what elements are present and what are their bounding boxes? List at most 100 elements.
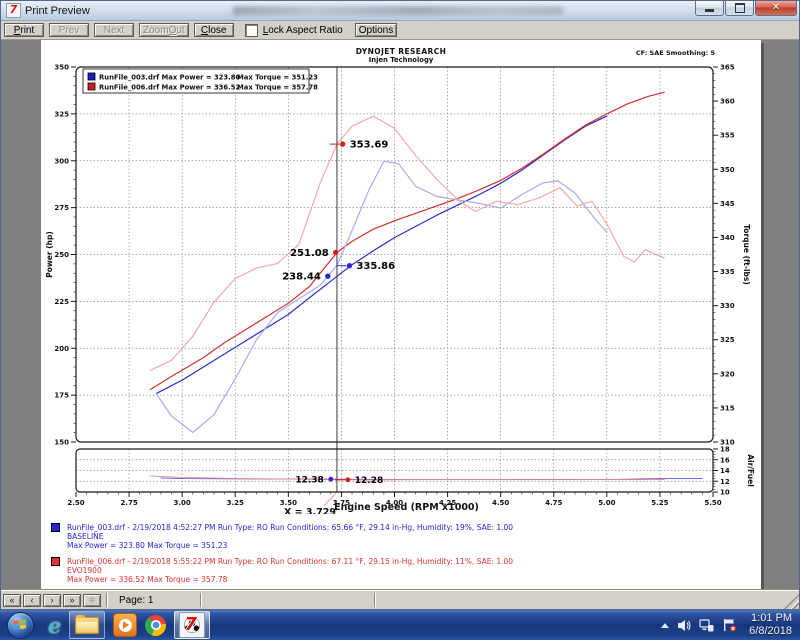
chrome-icon — [145, 615, 166, 636]
toolbar-button-prev: Prev — [49, 23, 89, 37]
svg-text:4.75: 4.75 — [545, 499, 562, 507]
close-icon: ✕ — [772, 3, 780, 13]
svg-text:175: 175 — [54, 392, 69, 400]
svg-text:200: 200 — [54, 345, 69, 353]
taskbar-item-windows-explorer[interactable] — [69, 611, 105, 639]
report-page: DYNOJET RESEARCH Injen Technology CF: SA… — [41, 40, 761, 590]
svg-text:16: 16 — [720, 456, 730, 464]
svg-text:Power (hp): Power (hp) — [45, 231, 54, 278]
lock-aspect-ratio-group: Lock Aspect Ratio — [245, 24, 343, 37]
taskbar-item-chrome[interactable] — [145, 611, 166, 639]
svg-text:12.38: 12.38 — [295, 476, 323, 486]
grid-button[interactable]: # — [83, 594, 101, 607]
statusbar-divider — [374, 593, 376, 607]
window-title: Print Preview — [25, 5, 90, 17]
statusbar-divider — [200, 593, 202, 607]
statusbar: «‹›»# Page: 1 — [1, 590, 799, 609]
toolbar-button-zoom-out: Zoom Out — [139, 23, 189, 37]
folder-icon — [75, 617, 99, 634]
svg-text:325: 325 — [54, 110, 69, 118]
run-line1: RunFile_003.drf - 2/19/2018 4:52:27 PM R… — [67, 523, 745, 532]
caption-buttons: ✕ — [695, 1, 799, 16]
svg-text:2.75: 2.75 — [120, 499, 137, 507]
svg-text:14: 14 — [720, 467, 730, 475]
svg-text:RunFile_003.drf Max Power = 32: RunFile_003.drf Max Power = 323.80 — [99, 74, 240, 82]
svg-text:12: 12 — [720, 478, 730, 486]
svg-text:RunFile_006.drf Max Power = 33: RunFile_006.drf Max Power = 336.52 — [99, 84, 240, 92]
resize-grip[interactable] — [784, 594, 799, 609]
svg-text:365: 365 — [720, 64, 735, 72]
minimize-icon — [705, 9, 714, 12]
start-button[interactable] — [7, 612, 34, 639]
toolbar-button-print[interactable]: Print — [4, 23, 44, 37]
svg-text:238.44: 238.44 — [282, 272, 321, 283]
svg-text:325: 325 — [720, 336, 735, 344]
run-detail-1: RunFile_006.drf - 2/19/2018 5:55:22 PM R… — [51, 557, 745, 584]
taskbar-item-dynojet[interactable]: 7 — [174, 611, 210, 639]
run-line3: Max Power = 323.80 Max Torque = 351.23 — [67, 541, 745, 550]
svg-text:345: 345 — [720, 200, 735, 208]
first-page-button[interactable]: « — [3, 594, 21, 607]
tray-date: 6/8/2018 — [749, 625, 792, 638]
taskbar-item-media-player[interactable] — [113, 611, 137, 639]
desktop: 7 Print Preview ✕ Print Prev Next Zoom Out C… — [0, 0, 800, 640]
svg-text:Max Torque = 357.78: Max Torque = 357.78 — [237, 84, 318, 92]
minimize-button[interactable] — [695, 1, 724, 16]
tray-expand-icon[interactable] — [661, 623, 669, 628]
svg-text:3.00: 3.00 — [174, 499, 191, 507]
svg-text:225: 225 — [54, 298, 69, 306]
toolbar-button-close[interactable]: Close — [194, 23, 234, 37]
svg-text:335: 335 — [720, 268, 735, 276]
svg-text:250: 250 — [54, 251, 69, 259]
toolbar-button-next: Next — [94, 23, 134, 37]
run-line3: Max Power = 336.52 Max Torque = 357.78 — [67, 575, 745, 584]
taskbar-item-internet-explorer[interactable]: e — [48, 611, 61, 639]
close-window-button[interactable]: ✕ — [755, 1, 797, 16]
svg-text:275: 275 — [54, 204, 69, 212]
svg-text:5.00: 5.00 — [598, 499, 615, 507]
taskbar: e 7 1:01 PM — [0, 610, 800, 640]
svg-text:3.25: 3.25 — [227, 499, 244, 507]
run-line2: EVO1900 — [67, 566, 745, 575]
svg-text:3.50: 3.50 — [280, 499, 297, 507]
toolbar-button-options[interactable]: Options — [355, 23, 397, 37]
svg-text:340: 340 — [720, 234, 735, 242]
svg-text:Air/Fuel: Air/Fuel — [746, 454, 755, 487]
maximize-button[interactable] — [725, 1, 754, 16]
dyno-chart: 2.502.753.003.253.503.754.004.254.504.75… — [41, 40, 761, 590]
svg-text:350: 350 — [720, 166, 735, 174]
svg-text:Max Torque = 351.23: Max Torque = 351.23 — [237, 74, 318, 82]
svg-text:18: 18 — [720, 446, 730, 454]
run-line1: RunFile_006.drf - 2/19/2018 5:55:22 PM R… — [67, 557, 745, 566]
clock[interactable]: 1:01 PM 6/8/2018 — [749, 612, 792, 638]
svg-text:12.28: 12.28 — [355, 476, 383, 486]
maximize-icon — [735, 3, 745, 13]
next-page-button[interactable]: › — [43, 594, 61, 607]
page-indicator: Page: 1 — [111, 595, 197, 606]
toolbar: Print Prev Next Zoom Out Close Lock Aspect Ra… — [1, 21, 799, 40]
preview-area: DYNOJET RESEARCH Injen Technology CF: SA… — [1, 40, 799, 590]
titlebar[interactable]: 7 Print Preview ✕ — [1, 1, 799, 21]
dynojet-app-icon: 7 — [6, 3, 21, 18]
system-tray: 1:01 PM 6/8/2018 — [661, 612, 800, 638]
network-icon[interactable] — [699, 619, 714, 632]
lock-aspect-ratio-checkbox[interactable] — [245, 24, 258, 37]
svg-text:300: 300 — [54, 157, 69, 165]
svg-text:355: 355 — [720, 132, 735, 140]
run-line2: BASELINE — [67, 532, 745, 541]
last-page-button[interactable]: » — [63, 594, 81, 607]
prev-page-button[interactable]: ‹ — [23, 594, 41, 607]
svg-text:Torque (ft-lbs): Torque (ft-lbs) — [742, 224, 751, 285]
redacted-title-text — [233, 6, 563, 15]
svg-text:2.50: 2.50 — [67, 499, 84, 507]
svg-text:315: 315 — [720, 404, 735, 412]
volume-icon[interactable] — [677, 619, 691, 632]
run-color-swatch — [51, 523, 60, 532]
svg-text:Engine Speed (RPM x1000): Engine Speed (RPM x1000) — [334, 502, 479, 513]
cursor-x-readout: X = 3.729 — [281, 507, 339, 514]
tray-time: 1:01 PM — [749, 612, 792, 625]
svg-text:10: 10 — [720, 489, 730, 497]
windows-logo-icon — [13, 619, 27, 631]
media-player-icon — [113, 613, 137, 637]
action-center-flag-icon[interactable] — [722, 618, 737, 632]
